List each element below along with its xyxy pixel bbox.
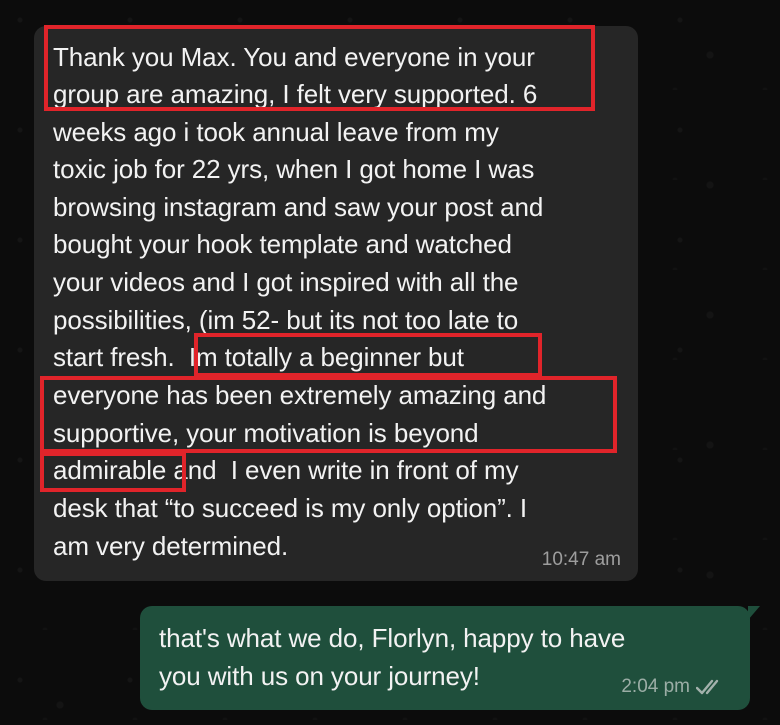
message-line: you with us on your journey!: [159, 661, 480, 691]
outgoing-message-bubble[interactable]: that's what we do, Florlyn, happy to hav…: [140, 606, 760, 710]
message-timestamp: 10:47 am: [541, 549, 621, 570]
message-line: group are amazing, I felt very supported…: [53, 79, 538, 109]
message-line: that's what we do, Florlyn, happy to hav…: [159, 623, 626, 653]
message-line: toxic job for 22 yrs, when I got home I …: [53, 154, 535, 184]
bubble-tail: [748, 606, 760, 620]
message-timestamp: 2:04 pm: [621, 676, 690, 697]
message-line: browsing instagram and saw your post and: [53, 192, 544, 222]
message-line: everyone has been extremely amazing and: [53, 380, 547, 410]
double-check-read-icon: [696, 679, 719, 695]
message-line: possibilities, (im 52- but its not too l…: [53, 305, 519, 335]
message-line: am very determined.: [53, 531, 289, 561]
message-line: admirable and I even write in front of m…: [53, 455, 519, 485]
message-line: Thank you Max. You and everyone in your: [53, 42, 535, 72]
message-line: desk that “to succeed is my only option”…: [53, 493, 528, 523]
message-line: your videos and I got inspired with all …: [53, 267, 519, 297]
message-line: supportive, your motivation is beyond: [53, 418, 479, 448]
incoming-message-bubble[interactable]: Thank you Max. You and everyone in your …: [34, 26, 638, 581]
message-line: bought your hook template and watched: [53, 229, 512, 259]
message-line: weeks ago i took annual leave from my: [53, 117, 499, 147]
message-line: start fresh. Im totally a beginner but: [53, 342, 464, 372]
